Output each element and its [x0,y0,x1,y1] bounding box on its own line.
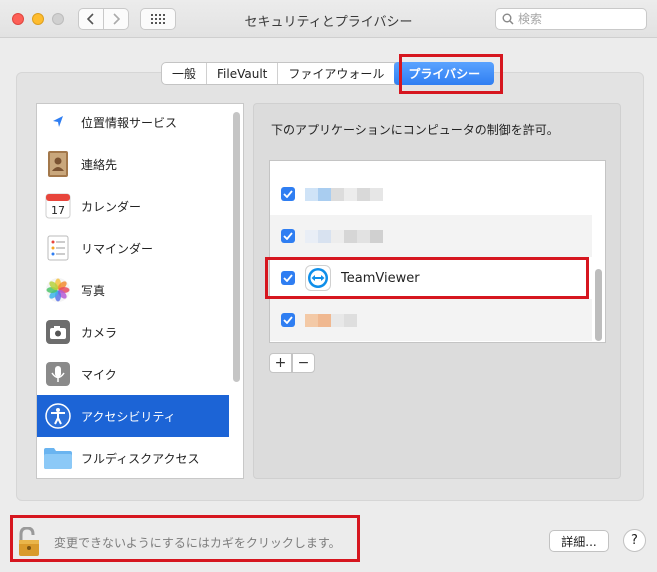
calendar-icon-day: 17 [51,204,65,217]
sidebar-item-label: 連絡先 [81,157,118,172]
sidebar-item-reminders[interactable]: リマインダー [37,227,229,269]
app-checkbox[interactable] [281,313,295,327]
checkmark-icon [283,190,293,198]
app-checkbox[interactable] [281,187,295,201]
title-bar: セキュリティとプライバシー [0,0,657,38]
tab-firewall[interactable]: ファイアウォール [278,63,396,84]
sidebar-item-microphone[interactable]: マイク [37,353,229,395]
search-input[interactable] [518,12,638,26]
sidebar-item-label: カレンダー [81,199,142,214]
camera-icon [43,317,73,347]
sidebar-item-camera[interactable]: カメラ [37,311,229,353]
sidebar-item-accessibility[interactable]: アクセシビリティ [37,395,229,437]
help-button[interactable]: ? [623,529,646,552]
back-button[interactable] [78,8,104,30]
contacts-book-icon [43,149,73,179]
sidebar-item-location-services[interactable]: 位置情報サービス [37,104,229,143]
blurred-app-info [305,187,383,201]
highlight-box-lock [10,515,360,562]
tab-general[interactable]: 一般 [162,63,208,84]
app-row[interactable] [270,173,592,215]
chevron-right-icon [113,13,120,25]
photos-icon [43,275,73,305]
remove-app-button[interactable]: − [292,353,315,373]
sidebar-item-calendar[interactable]: 17 カレンダー [37,185,229,227]
reminders-icon [43,233,73,263]
sidebar-item-full-disk-access[interactable]: フルディスクアクセス [37,437,229,478]
grid-icon [151,14,165,24]
microphone-icon [43,359,73,389]
search-icon [502,13,514,25]
app-list[interactable]: TeamViewer [269,160,606,343]
forward-button[interactable] [103,8,129,30]
sidebar-item-label: アクセシビリティ [81,409,176,424]
blurred-app-info [305,229,383,243]
location-arrow-icon [43,107,73,137]
folder-icon [43,443,73,473]
chevron-left-icon [87,13,94,25]
sidebar-item-label: フルディスクアクセス [81,451,200,466]
sidebar-item-label: 位置情報サービス [81,115,178,130]
advanced-button[interactable]: 詳細... [549,530,609,552]
tab-filevault[interactable]: FileVault [207,63,279,84]
accessibility-icon [43,401,73,431]
sidebar-item-contacts[interactable]: 連絡先 [37,143,229,185]
privacy-category-list[interactable]: 位置情報サービス 連絡先 17 カレンダー リマインダー 写真 カメラ マイク … [36,103,244,479]
highlight-box-teamviewer [265,257,589,299]
highlight-box-privacy-tab [399,54,503,94]
app-row[interactable] [270,299,592,341]
zoom-window-button[interactable] [52,13,64,25]
app-row[interactable] [270,215,592,257]
close-window-button[interactable] [12,13,24,25]
app-list-scrollbar[interactable] [595,269,602,341]
sidebar-item-label: リマインダー [81,241,154,256]
checkmark-icon [283,232,293,240]
minimize-window-button[interactable] [32,13,44,25]
sidebar-item-label: 写真 [81,283,106,298]
permissions-description: 下のアプリケーションにコンピュータの制御を許可。 [271,123,559,137]
sidebar-scrollbar[interactable] [233,112,240,382]
sidebar-item-label: カメラ [81,325,118,340]
search-field[interactable] [495,8,647,30]
app-checkbox[interactable] [281,229,295,243]
blurred-app-info [305,313,357,327]
checkmark-icon [283,316,293,324]
show-all-button[interactable] [140,8,176,30]
calendar-icon: 17 [43,191,73,221]
add-app-button[interactable]: + [269,353,292,373]
partial-app-icon [306,160,330,167]
window-title: セキュリティとプライバシー [244,15,413,30]
sidebar-item-label: マイク [81,367,117,382]
sidebar-item-photos[interactable]: 写真 [37,269,229,311]
